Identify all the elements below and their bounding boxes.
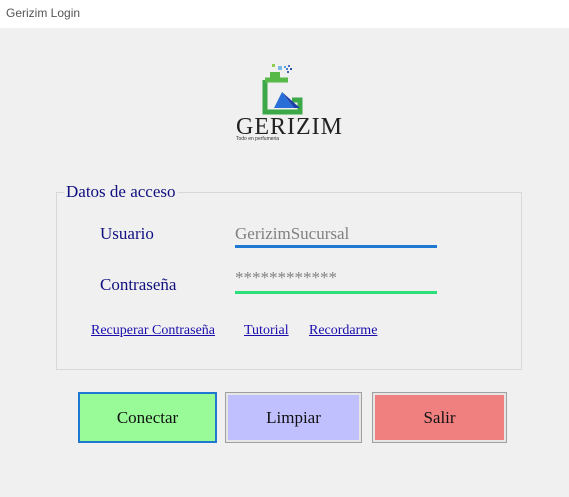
title-bar: Gerizim Login — [0, 0, 569, 28]
recover-password-link[interactable]: Recuperar Contraseña — [91, 323, 215, 339]
tutorial-link[interactable]: Tutorial — [244, 323, 289, 339]
connect-button-label: Conectar — [116, 407, 179, 427]
exit-button-label: Salir — [423, 407, 456, 427]
gerizim-logo: GERIZIM Todo en perfumeria — [228, 62, 342, 144]
window-title: Gerizim Login — [6, 6, 81, 20]
exit-button-face: Salir — [375, 395, 504, 440]
username-field[interactable] — [235, 222, 437, 246]
password-field[interactable] — [235, 266, 437, 290]
remember-me-link[interactable]: Recordarme — [309, 323, 377, 339]
username-label: Usuario — [100, 224, 154, 243]
clear-button-face: Limpiar — [228, 395, 359, 440]
clear-button[interactable]: Limpiar — [225, 392, 362, 443]
password-underline — [235, 291, 437, 294]
logo-tagline: Todo en perfumeria — [236, 136, 280, 142]
connect-button[interactable]: Conectar — [78, 392, 217, 443]
username-underline — [235, 245, 437, 248]
perfume-bottle-logo-icon — [262, 64, 303, 115]
password-label: Contraseña — [100, 275, 177, 294]
clear-button-label: Limpiar — [266, 407, 321, 427]
access-group-legend: Datos de acceso — [64, 182, 178, 202]
exit-button[interactable]: Salir — [372, 392, 507, 443]
